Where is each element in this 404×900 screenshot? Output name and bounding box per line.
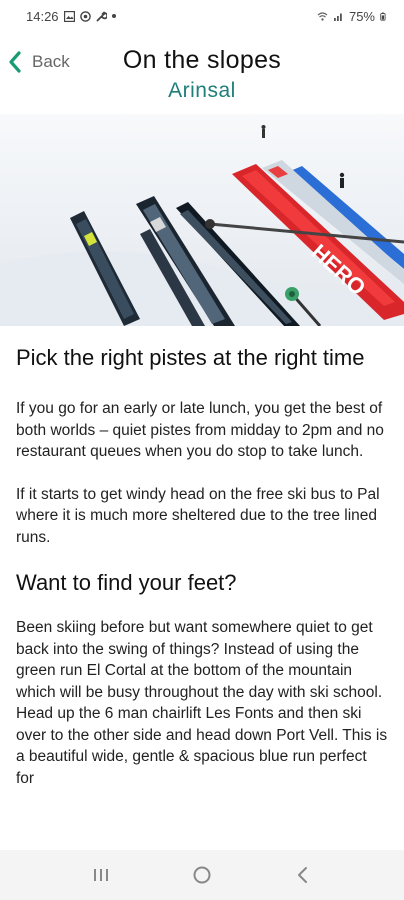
image-icon: [63, 10, 75, 22]
status-right: 75%: [317, 9, 388, 24]
signal-icon: [333, 13, 342, 21]
article-content: Pick the right pistes at the right time …: [0, 326, 404, 850]
back-nav-icon: [298, 867, 308, 883]
page-subtitle: Arinsal: [168, 79, 236, 102]
page-title: On the slopes: [122, 46, 282, 74]
dot-icon: [111, 14, 116, 18]
wifi-calling-icon: [317, 11, 328, 21]
status-time: 14:26: [26, 8, 59, 24]
back-nav-button[interactable]: [283, 855, 323, 895]
battery-icon: [380, 12, 386, 21]
recent-apps-button[interactable]: [81, 855, 121, 895]
article-paragraph: If you go for an early or late lunch, yo…: [16, 400, 384, 460]
section-heading: Want to find your feet?: [16, 570, 237, 595]
hero-image: HERO: [0, 114, 404, 326]
app-header: Back On the slopes Arinsal: [0, 32, 404, 114]
battery-percent: 75%: [348, 8, 375, 24]
skier-figure: [261, 125, 266, 138]
skier-figure: [339, 172, 345, 188]
status-bar: 14:26 75%: [0, 0, 404, 32]
article-paragraph: If it starts to get windy head on the fr…: [16, 485, 380, 546]
wrench-icon: [96, 11, 107, 21]
section-heading: Pick the right pistes at the right time: [16, 345, 365, 370]
home-button[interactable]: [182, 855, 222, 895]
system-nav-bar: [0, 850, 404, 900]
home-icon: [193, 866, 211, 884]
circle-check-icon: [79, 10, 91, 22]
status-left: 14:26: [26, 9, 116, 24]
recent-apps-icon: [93, 869, 108, 881]
skis-in-snow-photo: HERO: [0, 114, 404, 326]
article-paragraph: Been skiing before but want somewhere qu…: [16, 619, 388, 787]
